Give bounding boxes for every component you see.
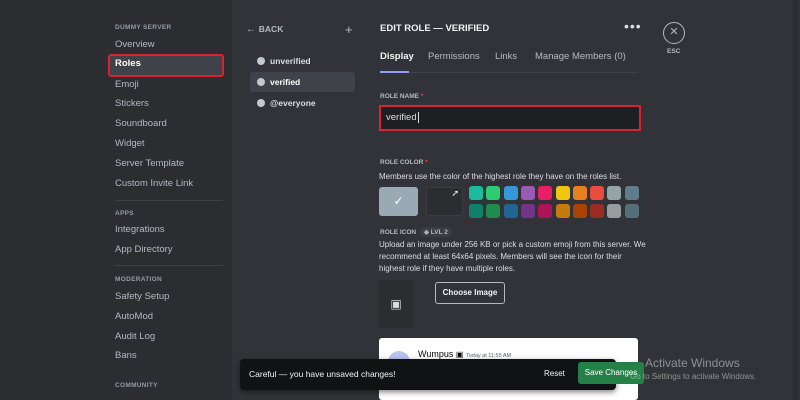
color-swatch[interactable] [486,186,501,200]
color-swatch[interactable] [572,186,587,200]
apps-heading: APPS [115,210,134,217]
tab-display[interactable]: Display [380,51,414,62]
image-add-icon[interactable]: ▣ [379,280,413,328]
choose-image-button[interactable]: Choose Image [435,282,505,304]
reset-button[interactable]: Reset [544,369,565,378]
ellipsis-icon[interactable]: ••• [624,18,642,34]
color-swatch[interactable] [590,186,605,200]
color-swatch[interactable] [590,204,605,218]
watermark-subtitle: Go to Settings to activate Windows. [630,372,757,381]
role-name-label: ROLE NAME * [380,93,424,100]
page-title: EDIT ROLE — VERIFIED [380,23,490,34]
color-swatch[interactable] [469,186,483,200]
default-color-swatch[interactable]: ✓ [379,187,418,216]
role-icon-placeholder: ▣ [455,350,464,359]
check-icon: ✓ [393,194,404,208]
sidebar-item-soundboard[interactable]: Soundboard [108,114,224,134]
server-heading: DUMMY SERVER [115,24,172,31]
sidebar-item-overview[interactable]: Overview [108,35,224,55]
sidebar-item-stickers[interactable]: Stickers [108,94,224,114]
arrow-left-icon: ← [246,24,256,35]
color-swatch[interactable] [624,186,639,200]
unsaved-changes-toast: Careful — you have unsaved changes! Rese… [240,359,616,390]
color-swatch[interactable] [469,204,483,218]
active-tab-indicator [380,71,409,73]
color-swatch[interactable] [555,204,570,218]
role-item[interactable]: unverified [250,51,355,71]
eyedropper-icon: ➚ [451,188,459,198]
watermark-title: Activate Windows [645,356,740,370]
tab-manage-members[interactable]: Manage Members (0) [535,51,626,62]
role-name-input[interactable]: verified [379,105,641,131]
role-color-dot [257,78,265,86]
sidebar-item-audit-log[interactable]: Audit Log [108,327,224,347]
tab-links[interactable]: Links [495,51,517,62]
tab-permissions[interactable]: Permissions [428,51,480,62]
role-color-description: Members use the color of the highest rol… [379,172,622,181]
preview-username: Wumpus ▣ Today at 11:55 AM [418,349,512,359]
color-swatch[interactable] [538,204,553,218]
esc-label: ESC [667,48,681,55]
role-item[interactable]: @everyone [250,93,355,113]
role-color-label: ROLE COLOR * [380,159,428,166]
toast-message: Careful — you have unsaved changes! [249,369,396,379]
color-swatch[interactable] [520,186,535,200]
sidebar-item-widget[interactable]: Widget [108,134,224,154]
color-swatch[interactable] [486,204,501,218]
sidebar-item-app-directory[interactable]: App Directory [108,240,224,260]
sidebar-item-emoji[interactable]: Emoji [108,75,224,95]
color-swatch[interactable] [503,186,518,200]
color-swatch[interactable] [503,204,518,218]
color-swatch[interactable] [624,204,639,218]
divider [115,200,223,201]
tabs-divider [380,72,638,73]
role-icon-description: Upload an image under 256 KB or pick a c… [379,240,646,273]
community-heading: COMMUNITY [115,382,158,389]
back-button[interactable]: ← BACK [246,24,283,35]
color-swatch[interactable] [538,186,553,200]
divider [115,265,223,266]
color-swatch[interactable] [555,186,570,200]
scrollbar[interactable] [793,0,798,400]
plus-icon[interactable]: + [345,22,353,37]
boost-icon: ◈ [423,229,429,236]
custom-color-picker[interactable]: ➚ [426,187,463,216]
role-color-dot [257,57,265,65]
close-icon[interactable]: ✕ [663,22,685,44]
level-badge: ◈ LVL 2 [419,227,452,237]
color-swatch[interactable] [607,186,622,200]
sidebar-item-automod[interactable]: AutoMod [108,307,224,327]
moderation-heading: MODERATION [115,276,162,283]
role-color-dot [257,99,265,107]
sidebar-item-safety-setup[interactable]: Safety Setup [108,287,224,307]
color-swatch[interactable] [572,204,587,218]
role-icon-label: ROLE ICON ◈ LVL 2 [380,227,452,237]
color-swatch[interactable] [607,204,622,218]
sidebar-item-bans[interactable]: Bans [108,346,224,366]
sidebar-item-integrations[interactable]: Integrations [108,220,224,240]
color-swatch[interactable] [520,204,535,218]
sidebar-item-custom-invite-link[interactable]: Custom Invite Link [108,174,224,194]
role-item[interactable]: verified [250,72,355,92]
sidebar-item-roles[interactable]: Roles [108,54,224,77]
sidebar-item-server-template[interactable]: Server Template [108,154,224,174]
